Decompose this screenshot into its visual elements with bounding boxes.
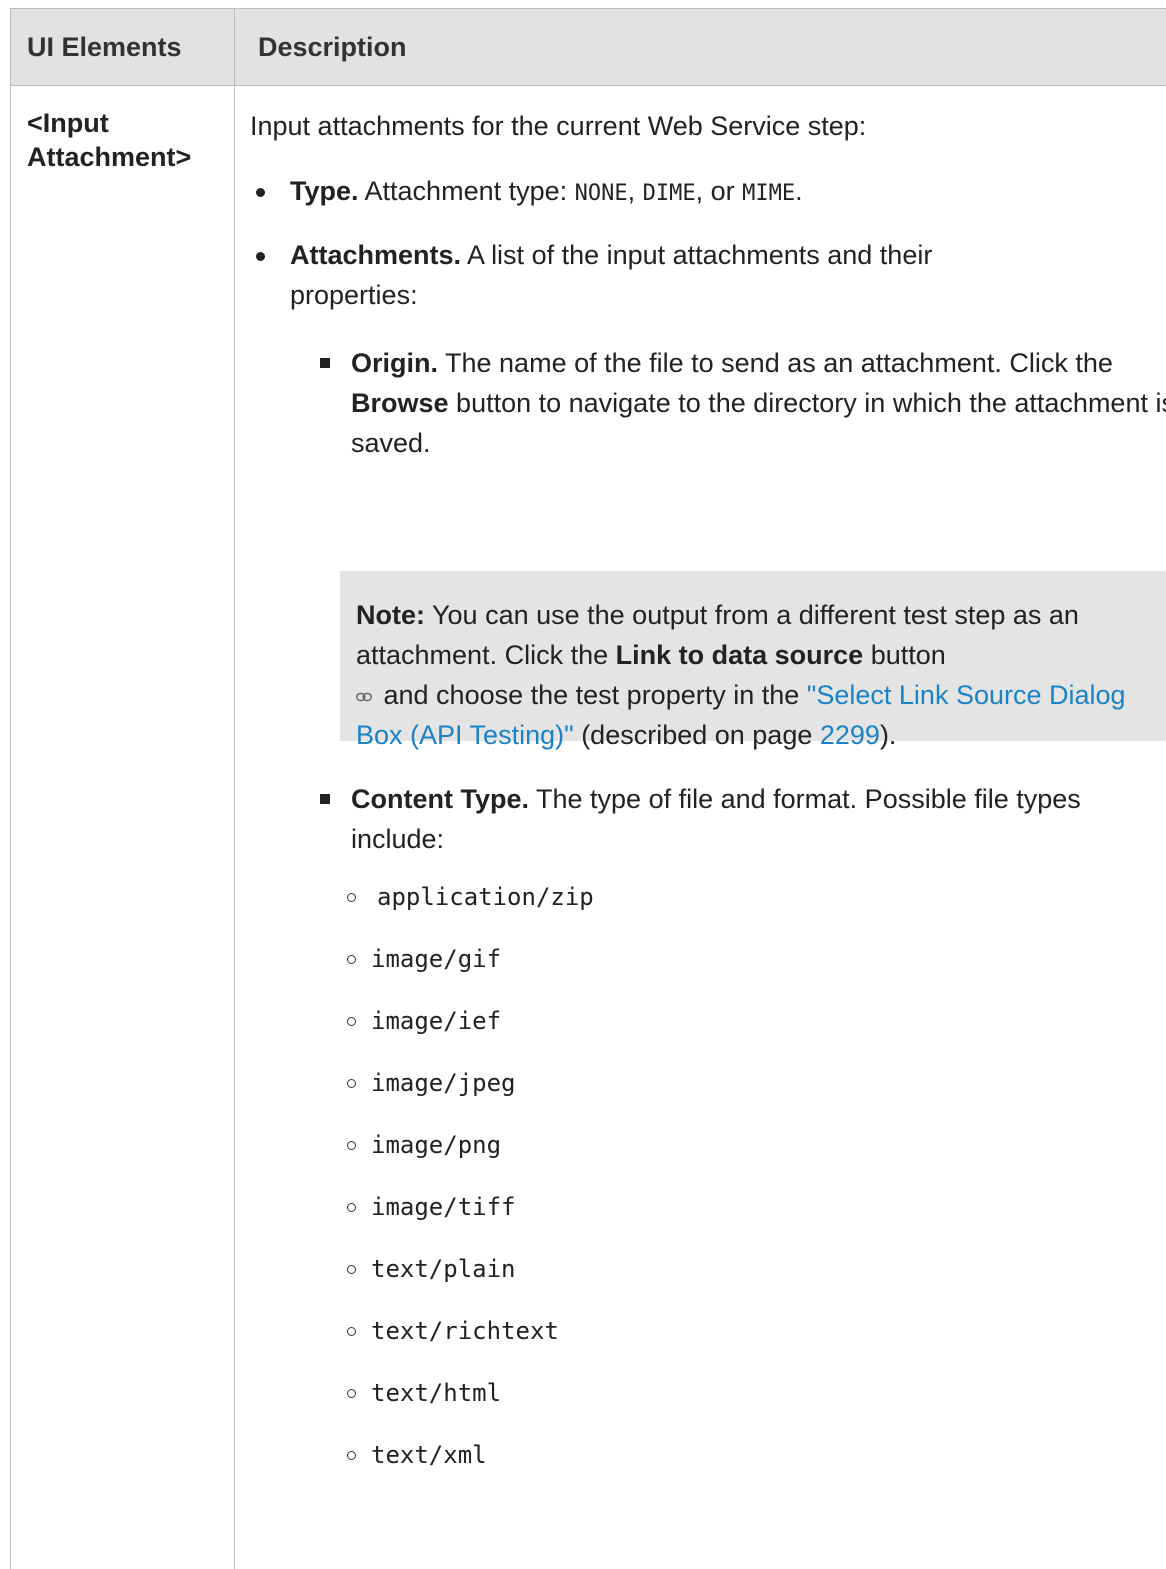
origin-text: The name of the file to send as an attac… bbox=[438, 348, 1113, 378]
content-type-value: image/ief bbox=[371, 1007, 502, 1035]
note-box: Note: You can use the output from a diff… bbox=[340, 571, 1166, 750]
link-icon bbox=[356, 692, 372, 702]
content-type-item: image/tiff bbox=[347, 1187, 947, 1227]
circle-bullet bbox=[347, 1203, 356, 1212]
content-type-label: Content Type. bbox=[351, 784, 529, 814]
separator: , or bbox=[695, 176, 743, 206]
header-ui-elements: UI Elements bbox=[27, 32, 182, 62]
content-type-value: image/gif bbox=[371, 945, 502, 973]
page-link[interactable]: 2299 bbox=[820, 720, 880, 750]
column-divider bbox=[234, 9, 235, 1569]
square-bullet bbox=[320, 794, 330, 804]
element-name-line1: <Input bbox=[27, 108, 109, 138]
circle-bullet bbox=[347, 1265, 356, 1274]
circle-bullet bbox=[347, 1451, 356, 1460]
type-label: Type. bbox=[290, 176, 359, 206]
code-mime: MIME bbox=[742, 181, 796, 206]
separator: , bbox=[627, 176, 643, 206]
link-to-data-source-label: Link to data source bbox=[615, 640, 864, 670]
content-type-item: application/zip bbox=[347, 877, 947, 917]
bullet-dot bbox=[256, 252, 265, 261]
type-text: Attachment type: bbox=[358, 176, 575, 206]
content-type-item: image/gif bbox=[347, 939, 947, 979]
content-type-item: text/xml bbox=[347, 1435, 947, 1475]
content-type-value: text/html bbox=[371, 1379, 502, 1407]
circle-bullet bbox=[347, 955, 356, 964]
attachments-label: Attachments. bbox=[290, 240, 462, 270]
bullet-dot bbox=[256, 188, 265, 197]
note-text-2: button bbox=[863, 640, 946, 670]
note-text-4: (described on page bbox=[573, 720, 820, 750]
square-bullet bbox=[320, 358, 330, 368]
note-text-3: and choose the test property in the bbox=[376, 680, 807, 710]
content-type-item: text/richtext bbox=[347, 1311, 947, 1351]
header-description: Description bbox=[258, 32, 407, 62]
content-type-value: text/plain bbox=[371, 1255, 516, 1283]
content-type-value: image/png bbox=[371, 1131, 502, 1159]
code-dime: DIME bbox=[642, 181, 696, 206]
element-name: <Input Attachment> bbox=[27, 106, 227, 174]
circle-bullet bbox=[347, 1017, 356, 1026]
ui-elements-table: UI Elements Description <Input Attachmen… bbox=[10, 8, 1166, 1569]
note-label: Note: bbox=[356, 600, 425, 630]
browse-label: Browse bbox=[351, 388, 449, 418]
circle-bullet bbox=[347, 1389, 356, 1398]
period: . bbox=[795, 176, 803, 206]
description-intro: Input attachments for the current Web Se… bbox=[250, 111, 867, 141]
content-type-item: image/ief bbox=[347, 1001, 947, 1041]
content-type-value: text/xml bbox=[371, 1441, 487, 1469]
content-type-item: text/plain bbox=[347, 1249, 947, 1289]
table-header: UI Elements Description bbox=[11, 9, 1166, 86]
circle-bullet bbox=[347, 893, 356, 902]
content-type-item: image/png bbox=[347, 1125, 947, 1165]
content-type-value: image/jpeg bbox=[371, 1069, 516, 1097]
origin-label: Origin. bbox=[351, 348, 438, 378]
content-type-value: application/zip bbox=[377, 883, 594, 911]
content-type-item: image/jpeg bbox=[347, 1063, 947, 1103]
code-none: NONE bbox=[574, 181, 628, 206]
content-type-item: text/html bbox=[347, 1373, 947, 1413]
note-text-5: ). bbox=[879, 720, 897, 750]
circle-bullet bbox=[347, 1079, 356, 1088]
element-name-line2: Attachment> bbox=[27, 142, 192, 172]
origin-text-2: button to navigate to the directory in w… bbox=[351, 388, 1166, 458]
circle-bullet bbox=[347, 1141, 356, 1150]
circle-bullet bbox=[347, 1327, 356, 1336]
content-type-value: text/richtext bbox=[371, 1317, 559, 1345]
content-type-value: image/tiff bbox=[371, 1193, 516, 1221]
